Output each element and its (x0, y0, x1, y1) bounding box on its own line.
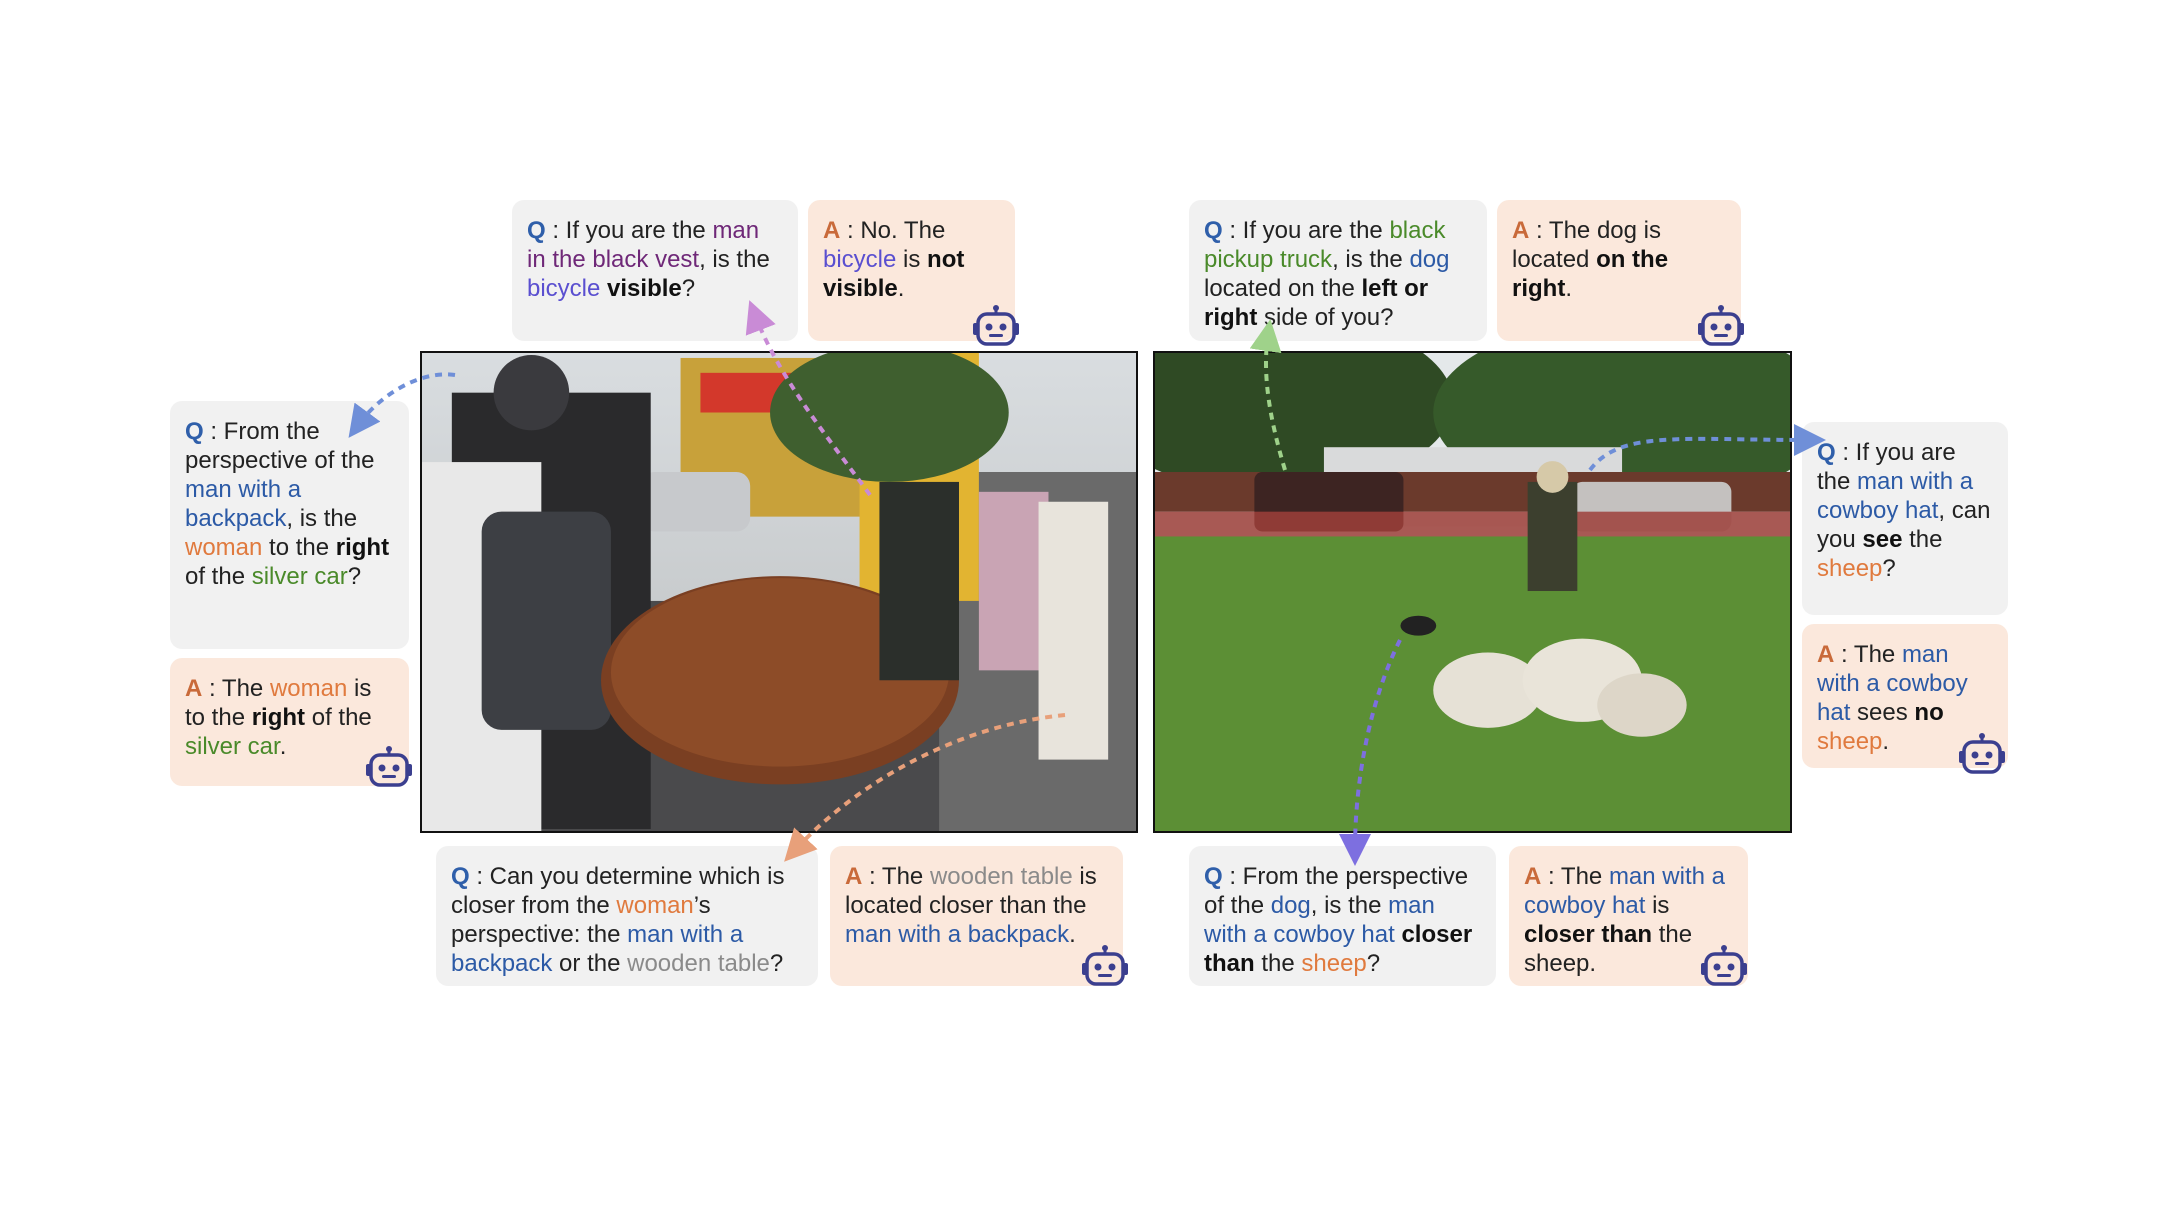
question-label: Q (1204, 863, 1223, 890)
robot-icon (1701, 945, 1747, 986)
text-segment: to the (262, 534, 336, 561)
text-segment: . (1069, 921, 1076, 948)
text-segment: . (1565, 275, 1572, 302)
question-text: Q : Can you determine which is closer fr… (451, 862, 803, 978)
text-segment: closer than (1524, 921, 1653, 948)
question-text: Q : If you are the man in the black vest… (527, 216, 783, 303)
answer-label: A (845, 863, 863, 890)
question-text: Q : If you are the man with a cowboy hat… (1817, 438, 1993, 583)
question-text: Q : From the perspective of the dog, is … (1204, 862, 1481, 978)
question-text: Q : If you are the black pickup truck, i… (1204, 216, 1472, 332)
text-segment: ? (347, 563, 362, 590)
question-label: Q (1817, 439, 1836, 466)
text-segment: sheep (1301, 950, 1367, 977)
text-segment: : If you are the (1222, 217, 1390, 244)
text-segment: or the (552, 950, 628, 977)
text-segment: : The (1541, 863, 1609, 890)
text-segment: the (1902, 526, 1950, 553)
text-segment: ? (769, 950, 784, 977)
robot-icon (366, 746, 412, 787)
text-segment: sheep (1817, 555, 1883, 582)
text-segment: . (897, 275, 905, 302)
answer-text: A : The woman is to the right of the sil… (185, 674, 394, 761)
text-segment: the (1254, 950, 1302, 977)
text-segment: bicycle (527, 275, 601, 302)
text-segment: ? (681, 275, 696, 302)
answer-card-left-bottom: A : The wooden table is located closer t… (830, 846, 1123, 986)
text-segment: bicycle (823, 246, 897, 273)
question-label: Q (527, 217, 546, 244)
text-segment: silver car (185, 733, 280, 760)
text-segment: : The (202, 675, 270, 702)
text-segment: , is the (699, 246, 777, 273)
text-segment: is (896, 246, 928, 273)
text-segment: ? (1882, 555, 1896, 582)
text-segment: silver car (251, 563, 348, 590)
text-segment: , is the (1332, 246, 1410, 273)
robot-icon (1959, 733, 2005, 774)
question-card-left-side: Q : From the perspective of the man with… (170, 401, 409, 649)
text-segment: : The (862, 863, 930, 890)
text-segment: . (1882, 728, 1890, 755)
text-segment: side of you? (1257, 304, 1394, 331)
question-label: Q (1204, 217, 1223, 244)
text-segment: is (1645, 892, 1677, 919)
text-segment: sheep (1817, 728, 1883, 755)
robot-icon (1698, 305, 1744, 346)
text-segment: dog (1409, 246, 1450, 273)
street-scene-photo (420, 351, 1138, 833)
text-segment: of the (305, 704, 379, 731)
text-segment: right (251, 704, 306, 731)
answer-label: A (1512, 217, 1530, 244)
text-segment: , is the (286, 505, 364, 532)
answer-text: A : The wooden table is located closer t… (845, 862, 1108, 949)
text-segment: dog (1270, 892, 1311, 919)
question-label: Q (185, 418, 204, 445)
answer-label: A (823, 217, 841, 244)
answer-text: A : No. The bicycle is not visible. (823, 216, 1000, 303)
text-segment: wooden table (929, 863, 1073, 890)
text-segment: woman (269, 675, 348, 702)
question-label: Q (451, 863, 470, 890)
text-segment: : From the perspective of the (185, 418, 382, 474)
text-segment: visible (607, 275, 682, 302)
text-segment: woman (616, 892, 694, 919)
text-segment (1944, 699, 1951, 726)
text-segment: see (1862, 526, 1903, 553)
answer-label: A (1524, 863, 1542, 890)
question-card-left-top: Q : If you are the man in the black vest… (512, 200, 798, 341)
answer-label: A (185, 675, 203, 702)
robot-icon (1082, 945, 1128, 986)
text-segment: . (279, 733, 287, 760)
answer-text: A : The dog is located on the right. (1512, 216, 1726, 303)
text-segment: right (335, 534, 390, 561)
question-text: Q : From the perspective of the man with… (185, 417, 394, 591)
text-segment: no (1914, 699, 1944, 726)
question-card-right-top: Q : If you are the black pickup truck, i… (1189, 200, 1487, 341)
text-segment: sees (1850, 699, 1915, 726)
sheep-field-photo (1153, 351, 1792, 833)
text-segment: : The (1834, 641, 1902, 668)
text-segment: : No. The (840, 217, 952, 244)
text-segment: : If you are the (545, 217, 713, 244)
answer-label: A (1817, 641, 1835, 668)
question-card-right-bottom: Q : From the perspective of the dog, is … (1189, 846, 1496, 986)
text-segment: wooden table (627, 950, 770, 977)
question-card-right-side: Q : If you are the man with a cowboy hat… (1802, 422, 2008, 615)
text-segment: woman (185, 534, 263, 561)
robot-icon (973, 305, 1019, 346)
question-card-left-bottom: Q : Can you determine which is closer fr… (436, 846, 818, 986)
text-segment: man with a backpack (845, 921, 1070, 948)
text-segment: , is the (1310, 892, 1389, 919)
text-segment: ? (1366, 950, 1381, 977)
